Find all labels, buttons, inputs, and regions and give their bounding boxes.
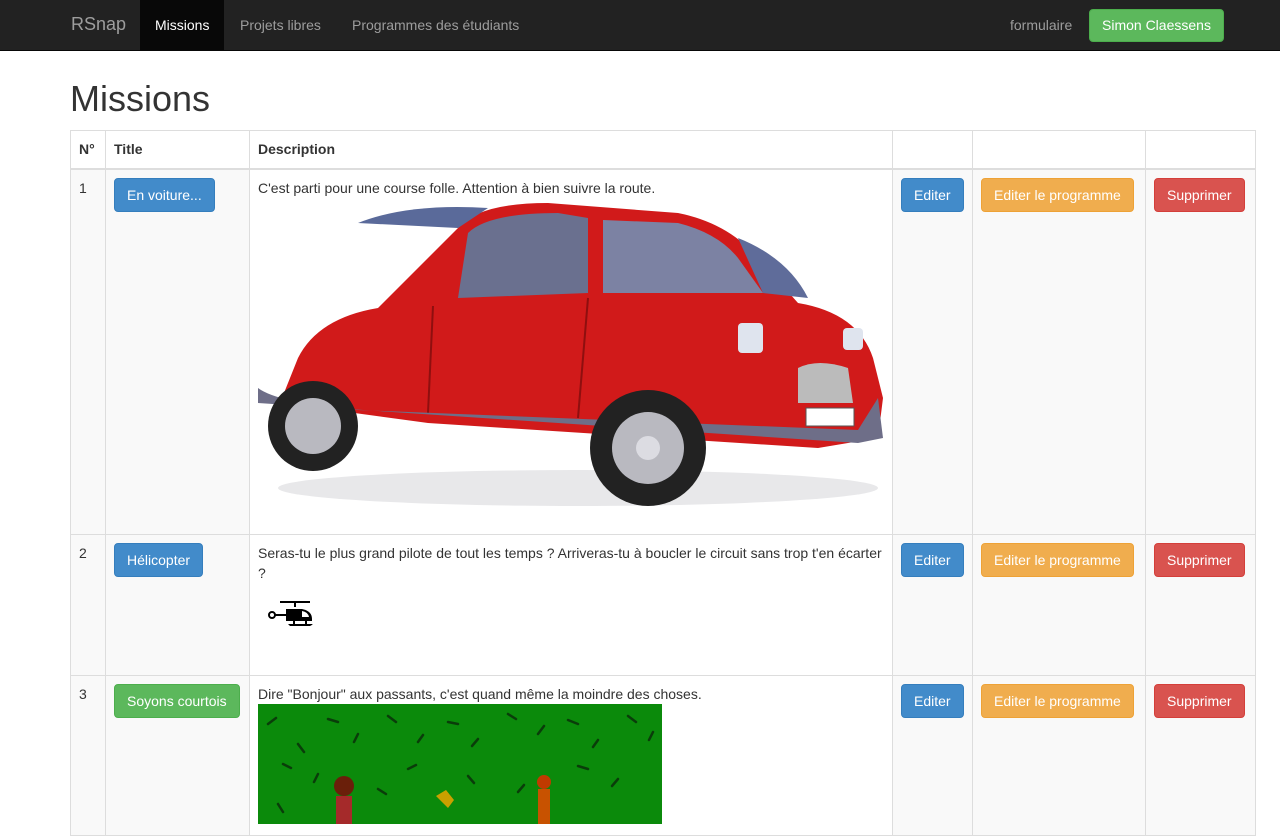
mission-description: Dire "Bonjour" aux passants, c'est quand… xyxy=(258,686,702,702)
user-account-button[interactable]: Simon Claessens xyxy=(1089,9,1224,42)
edit-button[interactable]: Editer xyxy=(901,684,964,718)
table-header-row: N° Title Description xyxy=(70,130,1256,170)
grass-scene-icon xyxy=(258,704,662,824)
edit-button[interactable]: Editer xyxy=(901,543,964,577)
column-header-delete xyxy=(1145,130,1256,170)
table-row: 3 Soyons courtois Dire "Bonjour" aux pas… xyxy=(70,675,1256,836)
edit-program-button[interactable]: Editer le programme xyxy=(981,543,1134,577)
column-header-title: Title xyxy=(105,130,250,170)
mission-title-button[interactable]: Hélicopter xyxy=(114,543,204,577)
mission-description: C'est parti pour une course folle. Atten… xyxy=(258,179,656,196)
top-navbar: RSnap Missions Projets libres Programmes… xyxy=(0,0,1280,51)
missions-table: N° Title Description 1 En voiture... C'e… xyxy=(70,130,1256,836)
mission-title-button[interactable]: Soyons courtois xyxy=(114,684,240,718)
edit-program-button[interactable]: Editer le programme xyxy=(981,684,1134,718)
row-number: 1 xyxy=(70,168,106,535)
page-title: Missions xyxy=(70,78,211,119)
delete-button[interactable]: Supprimer xyxy=(1154,684,1245,718)
row-number: 2 xyxy=(70,534,106,676)
nav-item-formulaire[interactable]: formulaire xyxy=(995,0,1087,50)
brand-link[interactable]: RSnap xyxy=(71,14,126,35)
mission-description: Seras-tu le plus grand pilote de tout le… xyxy=(258,545,882,581)
column-header-description: Description xyxy=(249,130,893,170)
mission-title-button[interactable]: En voiture... xyxy=(114,177,215,212)
column-header-edit xyxy=(892,130,973,170)
column-header-number: N° xyxy=(70,130,106,170)
edit-program-button[interactable]: Editer le programme xyxy=(981,177,1134,212)
row-number: 3 xyxy=(70,675,106,836)
red-car-icon xyxy=(258,197,884,507)
nav-item-programmes-etudiants[interactable]: Programmes des étudiants xyxy=(337,0,534,50)
delete-button[interactable]: Supprimer xyxy=(1154,177,1245,212)
table-row: 1 En voiture... C'est parti pour une cou… xyxy=(70,168,1256,535)
delete-button[interactable]: Supprimer xyxy=(1154,543,1245,577)
nav-item-missions[interactable]: Missions xyxy=(140,0,225,50)
helicopter-icon xyxy=(268,601,313,626)
column-header-edit-program xyxy=(972,130,1146,170)
table-row: 2 Hélicopter Seras-tu le plus grand pilo… xyxy=(70,534,1256,676)
edit-button[interactable]: Editer xyxy=(901,177,964,212)
nav-item-projets-libres[interactable]: Projets libres xyxy=(225,0,336,50)
